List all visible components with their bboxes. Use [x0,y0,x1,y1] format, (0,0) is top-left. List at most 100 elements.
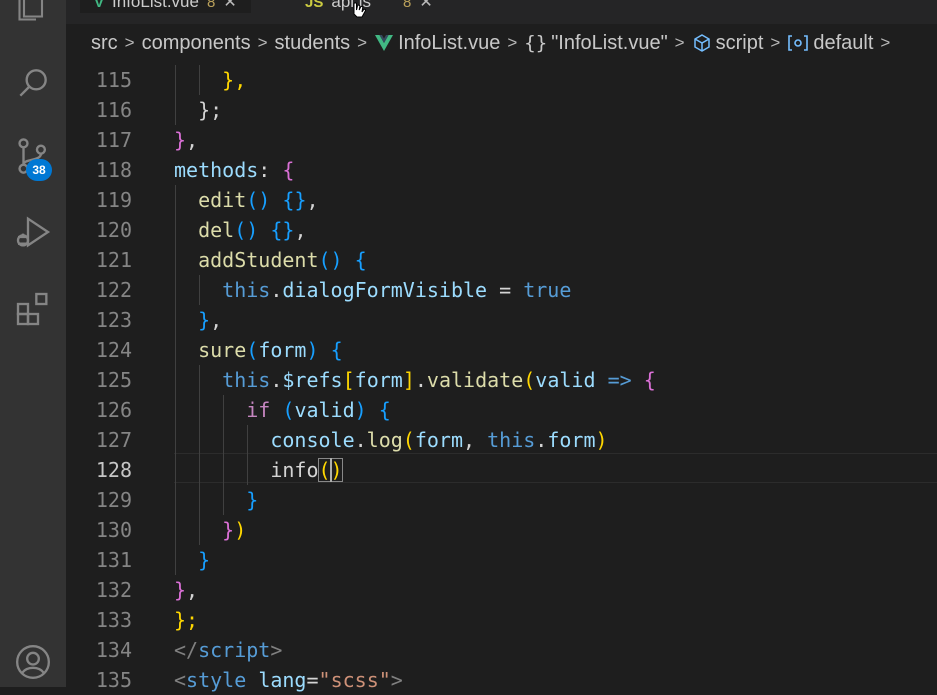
close-icon[interactable]: ✕ [223,0,236,12]
breadcrumb-item[interactable]: components [142,32,251,55]
code-text: console.log(form, this.form) [174,425,608,455]
code-line[interactable]: 125 this.$refs[form].validate(valid => { [66,365,937,395]
line-number: 135 [95,668,132,692]
code-token: dialogFormVisible [282,278,488,302]
mouse-cursor-icon [349,0,369,18]
code-token: ( [402,428,415,452]
code-token: style [186,668,247,692]
breadcrumb-item[interactable]: students [275,32,351,55]
code-token: , [186,578,199,602]
chevron-right-icon: > [124,33,135,52]
code-text: del() {}, [174,215,306,245]
code-line[interactable]: 122 this.dialogFormVisible = true [66,275,937,305]
code-token: this [222,278,271,302]
search-icon[interactable] [0,64,66,102]
code-token: form [414,428,464,452]
code-token: }; [198,98,223,122]
breadcrumb-item[interactable]: "InfoList.vue" [551,32,667,55]
code-text: </script> [174,635,282,665]
code-token: edit [198,188,247,212]
code-line[interactable]: 123 }, [66,305,937,335]
explorer-icon[interactable] [0,0,66,24]
code-line[interactable]: 118 methods: { [66,155,937,185]
code-token: console [270,428,355,452]
code-token: , [463,428,488,452]
line-number: 115 [95,68,132,92]
run-debug-icon[interactable] [0,212,66,252]
code-line[interactable]: 134 </script> [66,635,937,665]
code-text: } [174,485,258,515]
code-line[interactable]: 133}; [66,605,937,635]
code-token: {} [282,188,307,212]
code-token: form [354,368,403,392]
code-text: if (valid) { [174,395,391,425]
close-icon[interactable]: ✕ [419,0,432,12]
code-token: form [547,428,596,452]
line-number: 132 [95,578,132,602]
chevron-right-icon: > [257,33,268,52]
code-line[interactable]: 130 }) [66,515,937,545]
line-number: 131 [95,548,132,572]
code-token: = [306,668,319,692]
code-line[interactable]: 121 addStudent() { [66,245,937,275]
line-number: 134 [95,638,132,662]
code-line[interactable]: 126 if (valid) { [66,395,937,425]
breadcrumb-item[interactable]: InfoList.vue [398,32,500,55]
code-line[interactable]: 129 } [66,485,937,515]
code-token: } [198,548,211,572]
code-line[interactable]: 128 info() [66,455,937,485]
code-token: { [354,248,367,272]
code-token: script [198,638,271,662]
code-text: this.dialogFormVisible = true [174,275,571,305]
code-token: ) [306,338,319,362]
code-token: > [390,668,403,692]
code-line[interactable]: 132}, [66,575,937,605]
breadcrumb-item[interactable]: default [813,32,873,55]
code-line[interactable]: 119 edit() {}, [66,185,937,215]
code-line[interactable]: 135 <style lang="scss"> [66,665,937,695]
code-token: true [523,278,572,302]
line-number: 121 [95,248,132,272]
code-token: ( [523,368,536,392]
tab-problem-count: 8 [206,0,216,11]
chevron-right-icon: > [770,33,781,52]
code-token: lang [258,668,307,692]
code-line[interactable]: 124 sure(form) { [66,335,937,365]
code-line[interactable]: 116 }; [66,95,937,125]
code-line[interactable]: 127 console.log(form, this.form) [66,425,937,455]
breadcrumb-item[interactable]: script [716,32,764,55]
code-line[interactable]: 117}, [66,125,937,155]
code-line[interactable]: 115 }, [66,65,937,95]
code-token: addStudent [198,248,319,272]
line-number: 133 [95,608,132,632]
tab-infolist-vue[interactable]: V InfoList.vue 8 ✕ [80,0,251,13]
js-file-icon: JS [305,0,324,11]
code-token: sure [198,338,247,362]
code-token: } [246,488,259,512]
code-token: = [487,278,524,302]
code-token: : [258,158,283,182]
accounts-icon[interactable] [0,642,66,682]
chevron-right-icon: > [674,33,685,52]
extensions-icon[interactable] [0,289,66,329]
code-line[interactable]: 120 del() {}, [66,215,937,245]
code-token: ) [595,428,608,452]
tab-label: InfoList.vue [112,0,199,11]
code-editor[interactable]: 115 }, 116 }; 117}, 118 methods: {119 edit()… [66,62,937,692]
vue-file-icon [374,34,394,52]
code-line[interactable]: 131 } [66,545,937,575]
code-token: , [186,128,199,152]
line-number: 123 [95,308,132,332]
breadcrumb-item[interactable]: src [91,32,118,55]
